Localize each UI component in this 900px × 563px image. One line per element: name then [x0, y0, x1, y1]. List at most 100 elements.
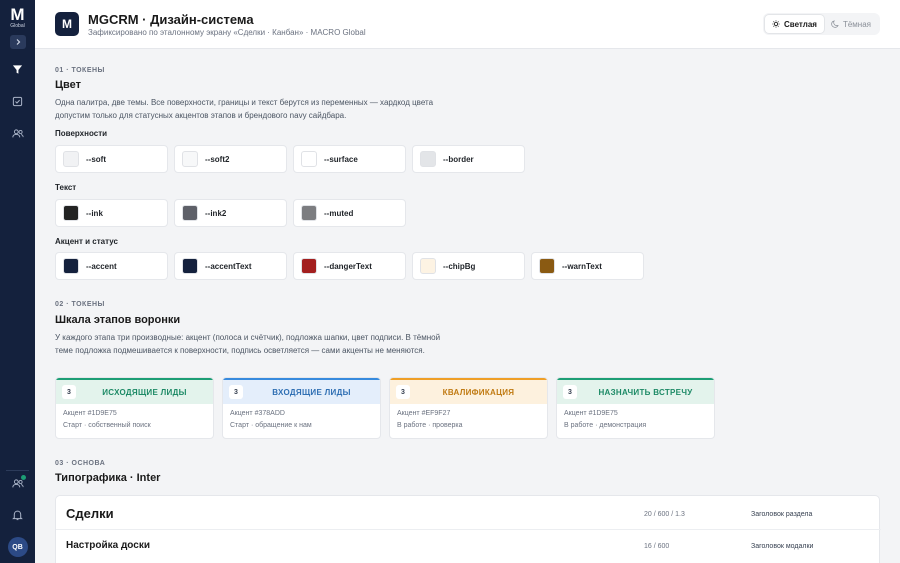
sidebar-item-team[interactable]: [0, 117, 35, 149]
funnel-icon: [12, 64, 23, 74]
token-name: --accent: [86, 261, 117, 271]
theme-light-label: Светлая: [784, 19, 817, 29]
color-chip: [63, 258, 79, 274]
swatch-group-surfaces: --soft --soft2 --surface --border: [55, 145, 525, 173]
color-chip: [420, 258, 436, 274]
stage-accent-label: Акцент #1D9E75: [63, 410, 117, 417]
avatar[interactable]: QB: [7, 537, 28, 557]
color-swatch-card[interactable]: --dangerText: [293, 252, 406, 280]
theme-switch: Светлая Тёмная: [763, 13, 880, 35]
color-chip: [63, 151, 79, 167]
stage-accent-label: Акцент #1D9E75: [564, 410, 618, 417]
stage-note: В работе · проверка: [397, 422, 463, 429]
notifications-button[interactable]: [0, 499, 35, 531]
token-name: --accentText: [205, 261, 252, 271]
color-swatch-card[interactable]: --warnText: [531, 252, 644, 280]
color-chip: [539, 258, 555, 274]
sidebar: M Global QB: [0, 0, 35, 563]
color-chip: [182, 205, 198, 221]
color-swatch-card[interactable]: --ink: [55, 199, 168, 227]
token-name: --muted: [324, 208, 354, 218]
theme-light-button[interactable]: Светлая: [765, 15, 824, 33]
main-content: 01 · ТОКЕНЫ Цвет Одна палитра, две темы.…: [35, 50, 900, 563]
group-label-text: Текст: [55, 183, 77, 192]
sun-icon: [772, 20, 780, 28]
color-swatch-card[interactable]: --muted: [293, 199, 406, 227]
section-title-colors: Цвет: [55, 79, 82, 91]
token-name: --ink2: [205, 208, 227, 218]
typography-row: Настройка доски 16 / 600 Заголовок модал…: [56, 530, 881, 563]
group-label-accent: Акцент и статус: [55, 237, 118, 246]
color-swatch-card[interactable]: --accent: [55, 252, 168, 280]
section-eyebrow-colors: 01 · ТОКЕНЫ: [55, 67, 105, 74]
page-subtitle: Зафиксировано по эталонному экрану «Сдел…: [88, 28, 366, 37]
online-indicator: [21, 475, 26, 480]
moon-icon: [831, 20, 839, 28]
color-swatch-card[interactable]: --chipBg: [412, 252, 525, 280]
chevron-right-icon: [16, 39, 20, 45]
typography-role: Заголовок раздела: [751, 511, 813, 518]
page-title: MGCRM · Дизайн-система: [88, 12, 254, 27]
section-description-stages: У каждого этапа три производные: акцент …: [55, 333, 441, 355]
token-name: --border: [443, 154, 474, 164]
stage-header: 3 КВАЛИФИКАЦИЯ: [390, 380, 547, 404]
stage-note: Старт · обращение к нам: [230, 422, 312, 429]
color-swatch-card[interactable]: --ink2: [174, 199, 287, 227]
section-eyebrow-typography: 03 · ОСНОВА: [55, 460, 106, 467]
stage-count: 3: [62, 385, 76, 399]
color-swatch-card[interactable]: --accentText: [174, 252, 287, 280]
stage-title: КВАЛИФИКАЦИЯ: [442, 387, 515, 397]
stage-header: 3 НАЗНАЧИТЬ ВСТРЕЧУ: [557, 380, 714, 404]
stage-header: 3 ВХОДЯЩИЕ ЛИДЫ: [223, 380, 380, 404]
logo-subtitle: Global: [10, 23, 25, 29]
stage-list: 3 ИСХОДЯЩИЕ ЛИДЫ Акцент #1D9E75 Старт · соб…: [55, 377, 715, 439]
bell-icon: [12, 510, 23, 521]
expand-sidebar-button[interactable]: [9, 35, 26, 49]
stage-count: 3: [229, 385, 243, 399]
typography-spec: 20 / 600 / 1.3: [644, 511, 685, 518]
stage-card: 3 НАЗНАЧИТЬ ВСТРЕЧУ Акцент #1D9E75 В работе…: [556, 377, 715, 439]
stage-count: 3: [563, 385, 577, 399]
stage-title: НАЗНАЧИТЬ ВСТРЕЧУ: [598, 387, 693, 397]
sidebar-item-tasks[interactable]: [0, 85, 35, 117]
section-eyebrow-stages: 02 · ТОКЕНЫ: [55, 301, 105, 308]
section-title-stages: Шкала этапов воронки: [55, 314, 181, 326]
stage-card: 3 ИСХОДЯЩИЕ ЛИДЫ Акцент #1D9E75 Старт · соб…: [55, 377, 214, 439]
typography-sample: Настройка доски: [66, 540, 150, 551]
token-name: --chipBg: [443, 261, 476, 271]
sidebar-item-funnel[interactable]: [0, 53, 35, 85]
stage-note: В работе · демонстрация: [564, 422, 647, 429]
color-swatch-card[interactable]: --soft2: [174, 145, 287, 173]
typography-row: Сделки 20 / 600 / 1.3 Заголовок раздела: [56, 496, 881, 530]
app-logo[interactable]: M Global: [6, 6, 30, 29]
sidebar-item-online-users[interactable]: [0, 467, 35, 499]
stage-card: 3 КВАЛИФИКАЦИЯ Акцент #EF9F27 В работе · пр…: [389, 377, 548, 439]
swatch-group-accent: --accent --accentText --dangerText --chipBg…: [55, 252, 644, 280]
stage-count: 3: [396, 385, 410, 399]
color-chip: [301, 151, 317, 167]
sidebar-bottom: QB: [0, 467, 35, 557]
color-chip: [301, 258, 317, 274]
section-description-colors: Одна палитра, две темы. Все поверхности,…: [55, 98, 434, 120]
color-chip: [182, 151, 198, 167]
color-swatch-card[interactable]: --surface: [293, 145, 406, 173]
color-chip: [301, 205, 317, 221]
checkbox-icon: [12, 96, 23, 106]
color-swatch-card[interactable]: --soft: [55, 145, 168, 173]
logo-letter: M: [10, 5, 25, 24]
typography-sample: Сделки: [66, 506, 114, 521]
stage-accent-label: Акцент #378ADD: [230, 410, 285, 417]
theme-dark-button[interactable]: Тёмная: [824, 15, 878, 33]
color-chip: [182, 258, 198, 274]
color-chip: [63, 205, 79, 221]
header: M MGCRM · Дизайн-система Зафиксировано п…: [35, 0, 900, 49]
typography-spec: 16 / 600: [644, 543, 670, 550]
stage-note: Старт · собственный поиск: [63, 422, 151, 429]
stage-accent-label: Акцент #EF9F27: [397, 410, 451, 417]
stage-title: ИСХОДЯЩИЕ ЛИДЫ: [102, 387, 187, 397]
stage-card: 3 ВХОДЯЩИЕ ЛИДЫ Акцент #378ADD Старт · обра…: [222, 377, 381, 439]
theme-dark-label: Тёмная: [842, 19, 871, 29]
token-name: --dangerText: [324, 261, 372, 271]
color-chip: [420, 151, 436, 167]
color-swatch-card[interactable]: --border: [412, 145, 525, 173]
